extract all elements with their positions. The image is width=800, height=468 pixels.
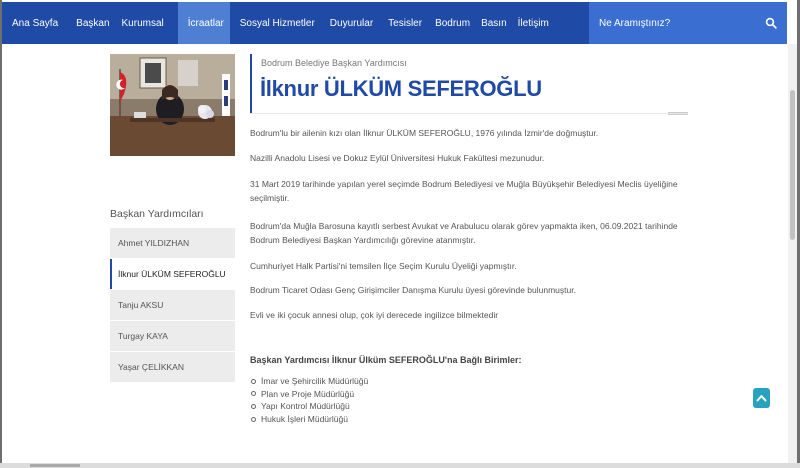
bio-paragraph: Evli ve iki çocuk annesi olup, çok iyi d… (250, 310, 499, 320)
list-item: Yapı Kontrol Müdürlüğü (251, 400, 368, 413)
sidebar-item-yasar-celikkan[interactable]: Yaşar ÇELİKKAN (110, 352, 235, 382)
bullet-icon (251, 378, 256, 384)
bio-paragraph: Nazilli Anadolu Lisesi ve Dokuz Eylül Ün… (250, 153, 545, 163)
nav-item-bodrum[interactable]: Bodrum (432, 2, 480, 44)
bottom-scrollbar[interactable] (0, 463, 800, 468)
nav-item-basin[interactable]: Basın (480, 2, 517, 44)
title-accent-bar (250, 54, 252, 114)
bio-paragraph: 31 Mart 2019 tarihinde yapılan yerel seç… (250, 179, 678, 203)
nav-item-tesisler[interactable]: Tesisler (382, 2, 432, 44)
nav-item-sosyal-hizmetler[interactable]: Sosyal Hizmetler (230, 2, 325, 44)
sidebar-list: Ahmet YILDIZHAN İlknur ÜLKÜM SEFEROĞLU T… (110, 228, 235, 383)
bullet-icon (251, 416, 256, 422)
list-item: İmar ve Şehircilik Müdürlüğü (251, 375, 368, 388)
sidebar-item-turgay-kaya[interactable]: Turgay KAYA (110, 321, 235, 351)
page-subtitle: Bodrum Belediye Başkan Yardımcısı (261, 58, 407, 68)
scrollbar[interactable] (788, 44, 797, 468)
page-title: İlknur ÜLKÜM SEFEROĞLU (260, 76, 542, 101)
title-divider (250, 113, 688, 114)
scrollbar-thumb[interactable] (790, 90, 795, 240)
bio-paragraph: Cumhuriyet Halk Partisi'ni temsilen İlçe… (250, 261, 517, 271)
bullet-icon (251, 403, 256, 409)
list-item: Plan ve Proje Müdürlüğü (251, 388, 368, 401)
unit-label: Yapı Kontrol Müdürlüğü (261, 401, 350, 412)
units-list: İmar ve Şehircilik Müdürlüğü Plan ve Pro… (251, 375, 368, 425)
profile-photo (110, 54, 235, 156)
main-navbar: Ana Sayfa Başkan Kurumsal İcraatlar Sosy… (2, 2, 787, 44)
nav-item-iletisim[interactable]: İletişim (517, 2, 559, 44)
bullet-icon (251, 391, 256, 397)
nav-item-icraatlar[interactable]: İcraatlar (177, 2, 230, 44)
sidebar-item-ahmet-yildizhan[interactable]: Ahmet YILDIZHAN (110, 228, 235, 258)
units-heading: Başkan Yardımcısı İlknur Ülküm SEFEROĞLU… (250, 355, 522, 365)
bio-paragraph: Bodrum'da Muğla Barosuna kayıtlı serbest… (250, 221, 678, 245)
bio-paragraph: Bodrum Ticaret Odası Genç Girişimciler D… (250, 285, 576, 295)
scroll-to-top-button[interactable] (753, 388, 770, 408)
sidebar-item-ilknur-ulkum-seferoglu[interactable]: İlknur ÜLKÜM SEFEROĞLU (110, 259, 235, 289)
nav-item-duyurular[interactable]: Duyurular (325, 2, 382, 44)
nav-item-kurumsal[interactable]: Kurumsal (120, 2, 178, 44)
bio-paragraph: Bodrum'lu bir ailenin kızı olan İlknur Ü… (250, 128, 599, 138)
window-border-left (0, 0, 2, 468)
title-divider-mark (668, 112, 688, 115)
unit-label: İmar ve Şehircilik Müdürlüğü (261, 376, 369, 387)
nav-search-box (589, 2, 787, 44)
nav-item-baskan[interactable]: Başkan (68, 2, 119, 44)
sidebar-item-tanju-aksu[interactable]: Tanju AKSU (110, 290, 235, 320)
nav-item-ana-sayfa[interactable]: Ana Sayfa (2, 2, 68, 44)
chevron-up-icon (756, 395, 767, 402)
search-input[interactable] (599, 17, 759, 29)
sidebar-title: Başkan Yardımcıları (110, 208, 204, 220)
list-item: Hukuk İşleri Müdürlüğü (251, 413, 368, 426)
bottom-scrollbar-thumb[interactable] (30, 464, 80, 467)
page: Ana Sayfa Başkan Kurumsal İcraatlar Sosy… (0, 0, 800, 468)
search-icon[interactable] (765, 17, 777, 29)
unit-label: Hukuk İşleri Müdürlüğü (261, 414, 348, 425)
unit-label: Plan ve Proje Müdürlüğü (261, 388, 355, 399)
